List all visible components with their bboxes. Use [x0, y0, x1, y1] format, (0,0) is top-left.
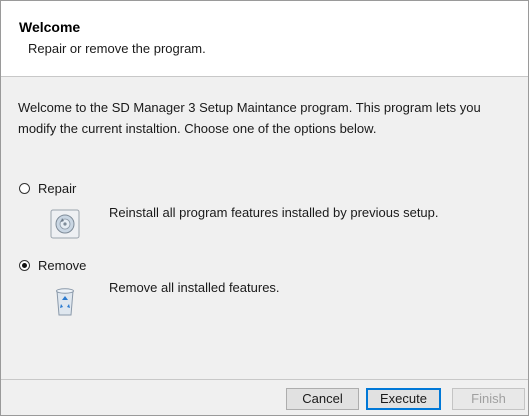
intro-text: Welcome to the SD Manager 3 Setup Mainta… — [18, 100, 481, 136]
remove-label: Remove — [38, 257, 87, 273]
execute-button[interactable]: Execute — [366, 388, 441, 410]
button-bar: Cancel Execute Finish — [1, 379, 528, 415]
remove-description: Remove all installed features. — [109, 280, 280, 295]
repair-label: Repair — [38, 180, 77, 196]
repair-radio[interactable] — [19, 182, 30, 194]
page-subtitle: Repair or remove the program. — [28, 41, 206, 56]
repair-disc-icon — [50, 209, 80, 239]
repair-option[interactable]: Repair — [19, 178, 519, 198]
cancel-button[interactable]: Cancel — [286, 388, 359, 410]
dialog-header: Welcome Repair or remove the program. — [1, 1, 528, 77]
setup-maintenance-dialog: Welcome Repair or remove the program. We… — [0, 0, 529, 416]
remove-option[interactable]: Remove — [19, 255, 519, 275]
recycle-bin-icon — [50, 285, 80, 316]
repair-description: Reinstall all program features installed… — [109, 205, 439, 220]
page-title: Welcome — [19, 19, 81, 35]
finish-button[interactable]: Finish — [452, 388, 525, 410]
remove-radio[interactable] — [19, 259, 30, 271]
